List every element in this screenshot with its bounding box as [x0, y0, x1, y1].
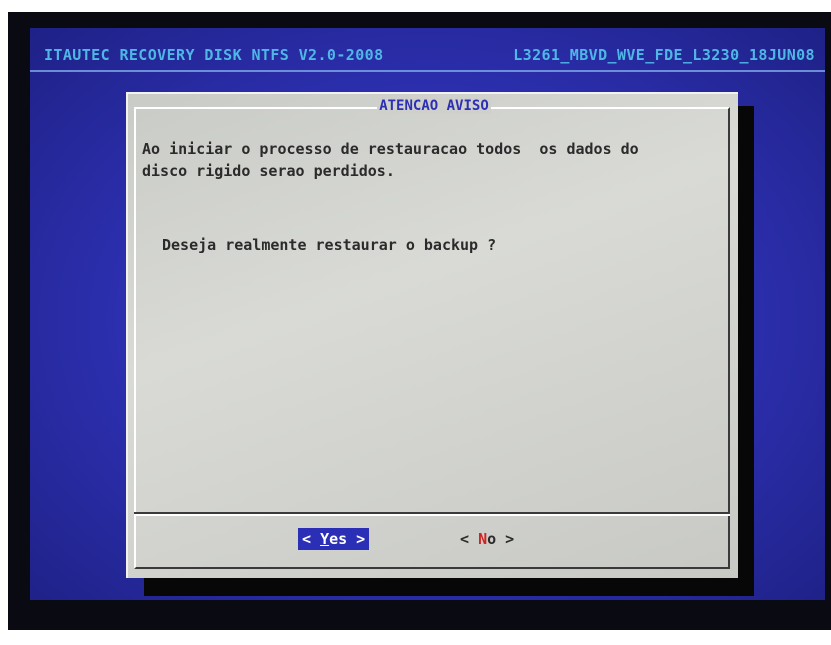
yes-button[interactable]: < Yes >: [298, 528, 370, 550]
yes-button-label: es: [329, 530, 348, 548]
no-hotkey: N: [478, 530, 488, 548]
confirm-question: Deseja realmente restaurar o backup ?: [162, 236, 497, 254]
recovery-screen: ITAUTEC RECOVERY DISK NTFS V2.0-2008 L32…: [30, 28, 825, 614]
yes-button-open: <: [302, 530, 321, 548]
button-separator: [134, 514, 730, 516]
dialog-title: ATENCAO AVISO: [128, 98, 740, 114]
photo-frame: ITAUTEC RECOVERY DISK NTFS V2.0-2008 L32…: [0, 0, 831, 645]
warning-message: Ao iniciar o processo de restauracao tod…: [142, 140, 639, 180]
confirm-dialog: ATENCAO AVISO Ao iniciar o processo de r…: [126, 92, 738, 578]
build-id: L3261_MBVD_WVE_FDE_L3230_18JUN08: [513, 46, 815, 64]
dialog-title-text: ATENCAO AVISO: [377, 98, 491, 114]
monitor-bottom-bezel: [8, 600, 831, 630]
title-bar-divider: [30, 70, 825, 72]
no-button-close: >: [496, 530, 515, 548]
yes-hotkey: Y: [320, 530, 330, 548]
no-button-open: <: [460, 530, 479, 548]
no-button[interactable]: < No >: [456, 528, 518, 550]
no-button-label: o: [487, 530, 497, 548]
title-bar: ITAUTEC RECOVERY DISK NTFS V2.0-2008 L32…: [30, 42, 825, 66]
monitor-bezel: ITAUTEC RECOVERY DISK NTFS V2.0-2008 L32…: [8, 12, 831, 630]
yes-button-close: >: [347, 530, 366, 548]
app-title: ITAUTEC RECOVERY DISK NTFS V2.0-2008: [44, 46, 384, 64]
